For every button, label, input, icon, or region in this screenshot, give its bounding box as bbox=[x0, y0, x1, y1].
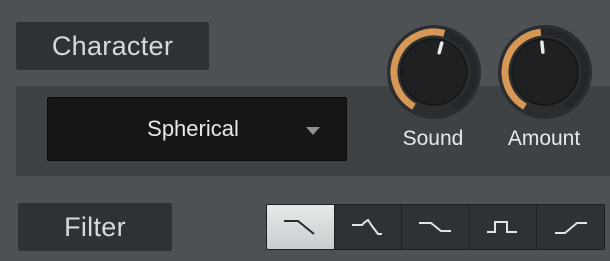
character-type-dropdown[interactable]: Spherical bbox=[47, 97, 347, 161]
amount-knob-indicator bbox=[540, 40, 545, 54]
amount-knob[interactable] bbox=[497, 24, 593, 120]
filter-type-selector bbox=[266, 204, 605, 250]
amount-knob-label: Amount bbox=[507, 127, 581, 150]
sound-knob[interactable] bbox=[386, 24, 482, 120]
lowshelf-filter-icon bbox=[419, 222, 452, 232]
sound-knob-graphic bbox=[387, 25, 481, 119]
chevron-down-icon bbox=[306, 127, 320, 135]
sound-knob-label: Sound bbox=[402, 127, 464, 150]
filter-highshelf-button[interactable] bbox=[537, 205, 604, 249]
lowpass-filter-icon bbox=[284, 220, 315, 235]
filter-bandpass-button[interactable] bbox=[469, 205, 538, 249]
filter-lowpass-button[interactable] bbox=[267, 205, 335, 249]
dropdown-value: Spherical bbox=[147, 116, 239, 141]
highshelf-filter-icon bbox=[554, 222, 587, 234]
bandpass-filter-icon bbox=[487, 221, 518, 233]
character-section-label: Character bbox=[16, 22, 209, 70]
peak-filter-icon bbox=[351, 218, 382, 235]
amount-knob-graphic bbox=[498, 25, 592, 119]
filter-section-label: Filter bbox=[18, 203, 172, 251]
filter-peak-button[interactable] bbox=[334, 205, 403, 249]
filter-lowshelf-button[interactable] bbox=[402, 205, 470, 249]
